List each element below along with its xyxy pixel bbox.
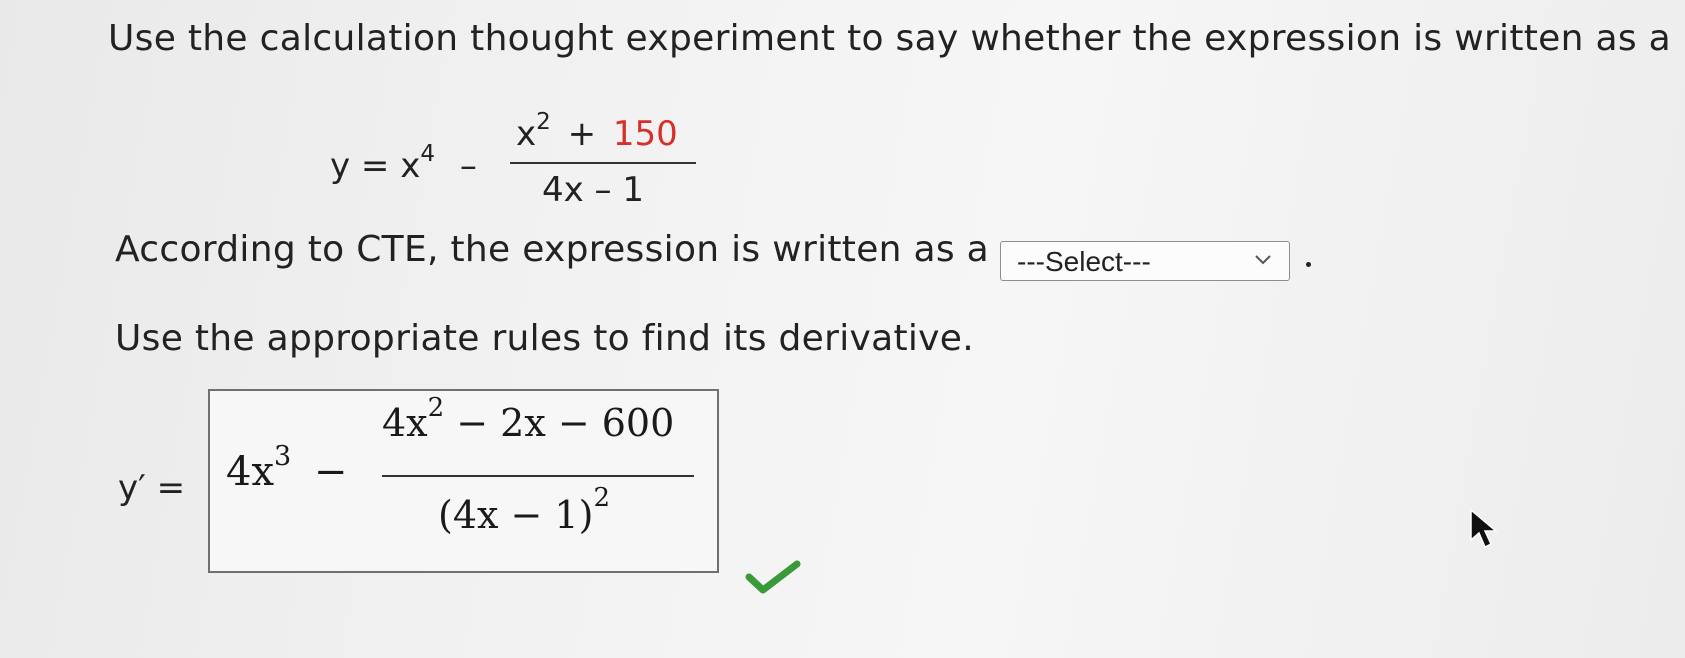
fraction-denominator: 4x – 1 — [542, 170, 644, 210]
answer-first-term: 4x3 − — [226, 441, 348, 495]
answer-numerator: 4x2 − 2x − 600 — [382, 393, 675, 445]
cte-sentence: According to CTE, the expression is writ… — [115, 229, 990, 270]
instruction-sentence: Use the appropriate rules to find its de… — [115, 318, 974, 359]
chevron-down-icon — [1255, 255, 1271, 265]
equation-lhs: y = x4 – — [330, 141, 477, 186]
derivative-label: y′ = — [118, 468, 186, 508]
derivative-answer-input[interactable]: 4x3 − 4x2 − 2x − 600 (4x − 1)2 — [208, 389, 719, 573]
expression-type-select[interactable]: ---Select--- — [1000, 241, 1290, 281]
constant-highlight: 150 — [612, 114, 678, 154]
exponent: 4 — [420, 141, 435, 167]
fraction-numerator: x2 + 150 — [516, 109, 678, 154]
answer-fraction-bar — [382, 475, 694, 477]
mouse-cursor-icon — [1470, 508, 1499, 549]
fraction-bar — [510, 162, 696, 164]
answer-denominator: (4x − 1)2 — [438, 483, 610, 537]
answer-minus-sign: − — [313, 449, 348, 495]
minus-sign: – — [459, 146, 477, 186]
question-prompt: Use the calculation thought experiment t… — [108, 18, 1672, 59]
expression-equation: y = x4 – x2 + 150 4x – 1 — [330, 109, 700, 215]
sentence-period — [1306, 262, 1311, 267]
checkmark-icon — [745, 560, 801, 594]
select-value: ---Select--- — [1017, 246, 1151, 277]
